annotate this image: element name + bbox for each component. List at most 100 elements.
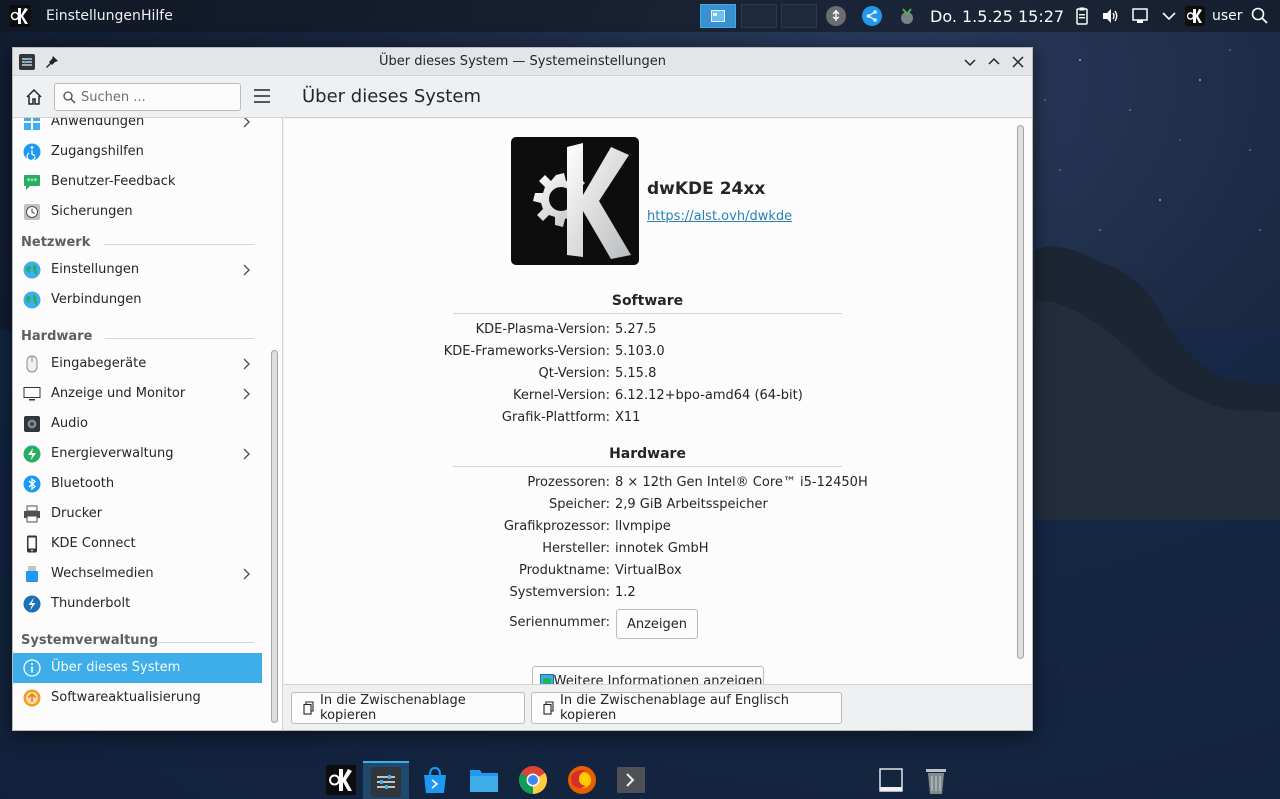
bluetooth-icon (23, 475, 41, 493)
sidebar-item-label: Eingabegeräte (51, 356, 147, 371)
distro-url-link[interactable]: https://alst.ovh/dwkde (647, 209, 792, 224)
sidebar-item-ueber-dieses-system[interactable]: Über dieses System (13, 653, 262, 683)
info-value: 6.12.12+bpo-amd64 (64-bit) (615, 388, 803, 403)
info-key: Prozessoren: (527, 475, 610, 490)
sidebar-item-label: Thunderbolt (51, 596, 131, 611)
tray-expand-chevron-icon[interactable] (1159, 6, 1179, 26)
close-icon[interactable] (1010, 54, 1026, 70)
info-row-product-name: Produktname: VirtualBox (284, 563, 1032, 585)
more-info-label: Weitere Informationen anzeigen (553, 673, 763, 685)
kde-connect-share-icon[interactable] (862, 6, 882, 26)
globe-icon (23, 261, 41, 279)
speaker-icon (24, 416, 40, 432)
menu-einstellungen[interactable]: Einstellungen (46, 8, 141, 24)
network-wired-icon[interactable] (1131, 6, 1151, 26)
virtual-desktop-2[interactable] (741, 4, 777, 28)
update-notifier-icon[interactable] (897, 6, 917, 26)
volume-icon[interactable] (1100, 6, 1120, 26)
search-input[interactable] (81, 87, 236, 107)
taskbar (0, 758, 1280, 799)
sidebar-item-label: KDE Connect (51, 536, 136, 551)
sidebar-list: Anwendungen Zugangshilfen *** Benutzer-F… (13, 118, 271, 730)
section-divider (105, 338, 254, 339)
sidebar-item-anzeige-monitor[interactable]: Anzeige und Monitor (13, 379, 262, 409)
window-thumbnail-icon (711, 10, 725, 22)
shopping-bag-icon (424, 766, 446, 793)
printer-icon (24, 505, 40, 523)
search-icon[interactable] (1250, 6, 1270, 26)
about-system-content: dwKDE 24xx https://alst.ovh/dwkde Softwa… (284, 119, 1032, 684)
minimize-chevron-icon[interactable] (962, 54, 978, 70)
maximize-chevron-icon[interactable] (986, 54, 1002, 70)
more-info-button[interactable]: Weitere Informationen anzeigen (532, 666, 764, 684)
sidebar: Anwendungen Zugangshilfen *** Benutzer-F… (13, 76, 283, 730)
hamburger-menu-icon[interactable] (253, 88, 271, 104)
show-serial-button[interactable]: Anzeigen (616, 609, 698, 639)
info-row-memory: Speicher: 2,9 GiB Arbeitsspeicher (284, 497, 1032, 519)
info-value: 1.2 (615, 585, 636, 600)
user-avatar-icon[interactable] (1185, 6, 1205, 26)
sidebar-item-bluetooth[interactable]: Bluetooth (13, 469, 262, 499)
virtual-desktop-3[interactable] (781, 4, 817, 28)
search-icon (63, 91, 76, 104)
sidebar-item-wechselmedien[interactable]: Wechselmedien (13, 559, 262, 589)
menu-hilfe[interactable]: Hilfe (141, 8, 173, 24)
section-hardware: Hardware (21, 329, 93, 344)
info-row-graphics-platform: Grafik-Plattform: X11 (284, 410, 1032, 432)
content-scrollbar[interactable] (1015, 123, 1027, 663)
clipboard-icon[interactable] (1072, 6, 1092, 26)
sidebar-item-netzwerk-einstellungen[interactable]: Einstellungen (13, 255, 262, 285)
chevron-right-icon (243, 448, 250, 460)
software-heading: Software (453, 293, 842, 314)
content-header: Über dieses System (284, 76, 1032, 118)
task-kde-launcher[interactable] (318, 761, 364, 799)
backup-clock-icon (24, 204, 40, 220)
titlebar[interactable]: Über dieses System — Systemeinstellungen (13, 48, 1032, 76)
sidebar-item-zugangshilfen[interactable]: Zugangshilfen (13, 137, 262, 167)
task-system-settings[interactable] (363, 761, 409, 799)
content-scrollbar-thumb[interactable] (1017, 125, 1024, 659)
info-key: KDE-Frameworks-Version: (443, 344, 610, 359)
sidebar-item-label: Energieverwaltung (51, 446, 174, 461)
kde-logo-icon[interactable] (9, 5, 31, 27)
sidebar-item-energieverwaltung[interactable]: Energieverwaltung (13, 439, 262, 469)
task-file-manager[interactable] (461, 761, 507, 799)
globe-icon (23, 291, 41, 309)
sidebar-item-verbindungen[interactable]: Verbindungen (13, 285, 262, 315)
sidebar-item-benutzer-feedback[interactable]: *** Benutzer-Feedback (13, 167, 262, 197)
task-chrome[interactable] (510, 761, 556, 799)
info-key: Hersteller: (542, 541, 610, 556)
virtual-desktop-1[interactable] (700, 4, 736, 28)
sidebar-scrollbar[interactable] (269, 118, 281, 730)
user-name[interactable]: user (1212, 8, 1243, 24)
task-trash[interactable] (913, 761, 959, 799)
sidebar-item-eingabegeraete[interactable]: Eingabegeräte (13, 349, 262, 379)
info-row-frameworks: KDE-Frameworks-Version: 5.103.0 (284, 344, 1032, 366)
sidebar-item-thunderbolt[interactable]: Thunderbolt (13, 589, 262, 619)
copy-english-button[interactable]: In die Zwischenablage auf Englisch kopie… (531, 692, 842, 724)
search-box[interactable] (54, 83, 241, 111)
chevron-right-icon (243, 358, 250, 370)
copy-to-clipboard-button[interactable]: In die Zwischenablage kopieren (291, 692, 525, 724)
task-discover[interactable] (412, 761, 458, 799)
usb-device-icon[interactable] (826, 6, 846, 26)
sidebar-item-softwareaktualisierung[interactable]: Softwareaktualisierung (13, 683, 262, 713)
sidebar-item-drucker[interactable]: Drucker (13, 499, 262, 529)
sidebar-item-kde-connect[interactable]: KDE Connect (13, 529, 262, 559)
sidebar-scrollbar-thumb[interactable] (271, 350, 278, 723)
mouse-icon (26, 355, 38, 373)
window-title: Über dieses System — Systemeinstellungen (379, 54, 666, 69)
task-firefox[interactable] (559, 761, 605, 799)
sidebar-item-anwendungen[interactable]: Anwendungen (13, 118, 262, 137)
sidebar-item-label: Anzeige und Monitor (51, 386, 186, 401)
sidebar-item-sicherungen[interactable]: Sicherungen (13, 197, 262, 227)
sidebar-item-audio[interactable]: Audio (13, 409, 262, 439)
clock[interactable]: Do. 1.5.25 15:27 (930, 7, 1064, 26)
firefox-icon (568, 766, 596, 794)
home-icon[interactable] (24, 87, 44, 107)
task-terminal[interactable] (608, 761, 654, 799)
sidebar-item-label: Audio (51, 416, 88, 431)
info-value: 5.15.8 (615, 366, 657, 381)
task-show-desktop[interactable] (868, 761, 914, 799)
trash-icon (926, 769, 946, 794)
